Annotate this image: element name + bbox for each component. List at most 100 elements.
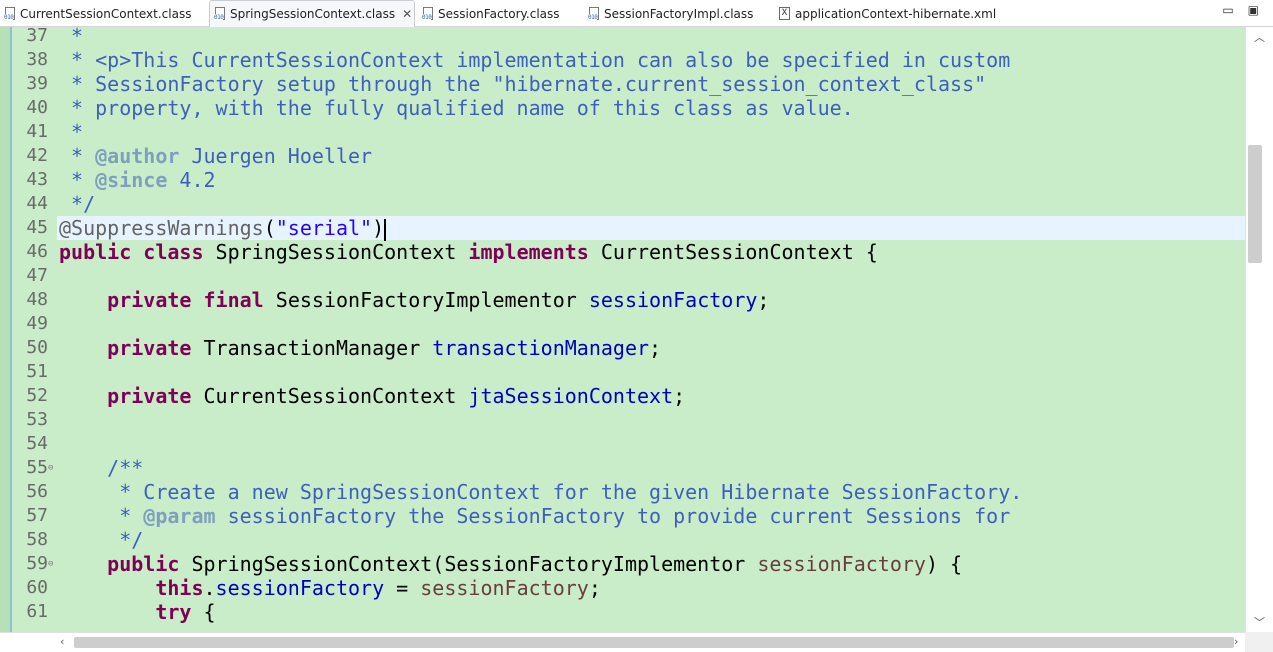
code-token: 4.2 [167,168,216,192]
code-line[interactable]: 57 * @param sessionFactory the SessionFa… [0,504,1245,528]
code-token: implements [468,240,589,264]
code-text: try { [59,600,215,624]
code-line[interactable]: 59 ⊖ public SpringSessionContext(SessionF… [0,552,1245,576]
code-text: /** [59,456,143,480]
line-number: 51 [26,361,48,382]
tab-spring-session-context[interactable]: 010 SpringSessionContext.class ✕ [209,0,415,27]
class-file-icon: 010 [422,6,435,21]
code-line[interactable]: 39 * SessionFactory setup through the "h… [0,72,1245,96]
code-line[interactable]: 43 * @since 4.2 [0,168,1245,192]
code-token: sessionFactory the SessionFactory to pro… [215,504,1011,528]
code-text: * [59,27,83,48]
code-line[interactable]: 50 private TransactionManager transactio… [0,336,1245,360]
vertical-scroll-thumb[interactable] [1248,145,1262,263]
code-line[interactable]: 56 * Create a new SpringSessionContext f… [0,480,1245,504]
code-line[interactable]: 46 public class SpringSessionContext impl… [0,240,1245,264]
code-token: * [59,120,84,144]
code-token: * [59,27,84,48]
line-number: 49 [26,313,48,334]
code-text: * [59,120,83,144]
code-line[interactable]: 58 */ [0,528,1245,552]
fold-toggle-icon[interactable]: ⊖ [48,456,53,480]
minimize-icon[interactable]: ▭ [1222,3,1233,17]
code-text: * SessionFactory setup through the "hibe… [59,72,986,96]
code-line[interactable]: 48 private final SessionFactoryImplement… [0,288,1245,312]
code-line[interactable]: 37 * [0,27,1245,48]
code-line[interactable]: 53 [0,408,1245,432]
code-text: * <p>This CurrentSessionContext implemen… [59,48,1010,72]
line-number: 58 [26,529,48,550]
code-token: */ [59,192,96,216]
close-icon[interactable]: ✕ [402,7,412,21]
code-line[interactable]: 40 * property, with the fully qualified … [0,96,1245,120]
horizontal-scroll-thumb[interactable] [74,637,1234,648]
code-line[interactable]: 41 * [0,120,1245,144]
code-text: public SpringSessionContext(SessionFacto… [59,552,962,576]
code-editor[interactable]: 37 * 38 * <p>This CurrentSessionContext i… [0,27,1245,632]
fold-toggle-icon[interactable]: ⊖ [48,552,53,576]
code-line[interactable]: 45 @SuppressWarnings("serial") [0,216,1245,241]
scroll-down-icon[interactable]: ﹀ [1246,614,1273,630]
code-token: private [107,384,192,408]
code-token: try [155,600,192,624]
code-token: /** [59,456,144,480]
code-line[interactable]: 49 [0,312,1245,336]
code-line[interactable]: 55 ⊖ /** [0,456,1245,480]
code-token: @author [95,144,180,168]
line-number: 45 [26,217,48,238]
code-text: private TransactionManager transactionMa… [59,336,661,360]
code-token: * property, with the fully qualified nam… [59,96,854,120]
code-token: @SuppressWarnings [59,216,264,240]
code-text: * @author Juergen Hoeller [59,144,372,168]
code-token: sessionFactory [215,576,385,600]
tab-current-session-context[interactable]: 010 CurrentSessionContext.class [0,0,206,27]
code-line[interactable]: 47 [0,264,1245,288]
code-token: SessionFactoryImplementor [263,288,589,312]
code-line[interactable]: 38 * <p>This CurrentSessionContext imple… [0,48,1245,72]
code-token: ) { [925,552,963,576]
code-token: @param [143,504,216,528]
code-text: * @since 4.2 [59,168,216,192]
line-number: 60 [26,577,48,598]
code-text: this.sessionFactory = sessionFactory; [59,576,601,600]
tab-label: CurrentSessionContext.class [20,6,192,21]
code-token: private [107,336,192,360]
scrollbar-corner [1245,632,1273,652]
code-line[interactable]: 51 [0,360,1245,384]
code-token: SpringSessionContext(SessionFactoryImple… [179,552,758,576]
line-number: 42 [26,145,48,166]
line-number: 50 [26,337,48,358]
code-line[interactable]: 60 this.sessionFactory = sessionFactory; [0,576,1245,600]
code-text: public class SpringSessionContext implem… [59,240,878,264]
scroll-up-icon[interactable]: ︿ [1246,29,1273,45]
line-number: 39 [26,73,48,94]
tab-application-context-xml[interactable]: X applicationContext-hibernate.xml [775,0,1005,27]
code-line[interactable]: 54 [0,432,1245,456]
code-token: "serial" [275,216,373,240]
code-line[interactable]: 61 try { [0,600,1245,624]
line-number: 41 [26,121,48,142]
code-token: . [203,576,216,600]
scroll-left-icon[interactable]: ‹ [60,635,64,648]
horizontal-scrollbar[interactable]: ‹ › [0,632,1245,652]
code-token: * [59,504,144,528]
scroll-right-icon[interactable]: › [1234,635,1238,648]
code-line[interactable]: 44 */ [0,192,1245,216]
code-token: * Create a new SpringSessionContext for … [59,480,1023,504]
code-text: @SuppressWarnings("serial") [59,216,387,241]
maximize-icon[interactable]: ▣ [1248,3,1259,17]
line-number: 38 [26,49,48,70]
tab-session-factory-impl[interactable]: 010 SessionFactoryImpl.class [584,0,774,27]
code-line[interactable]: 42 * @author Juergen Hoeller [0,144,1245,168]
tab-session-factory[interactable]: 010 SessionFactory.class [418,0,582,27]
code-line[interactable]: 52 private CurrentSessionContext jtaSess… [0,384,1245,408]
vertical-scrollbar[interactable]: ︿ ﹀ [1245,27,1273,632]
tab-label: SessionFactory.class [438,6,560,21]
line-number: 37 [26,27,48,46]
code-token: * [59,144,96,168]
